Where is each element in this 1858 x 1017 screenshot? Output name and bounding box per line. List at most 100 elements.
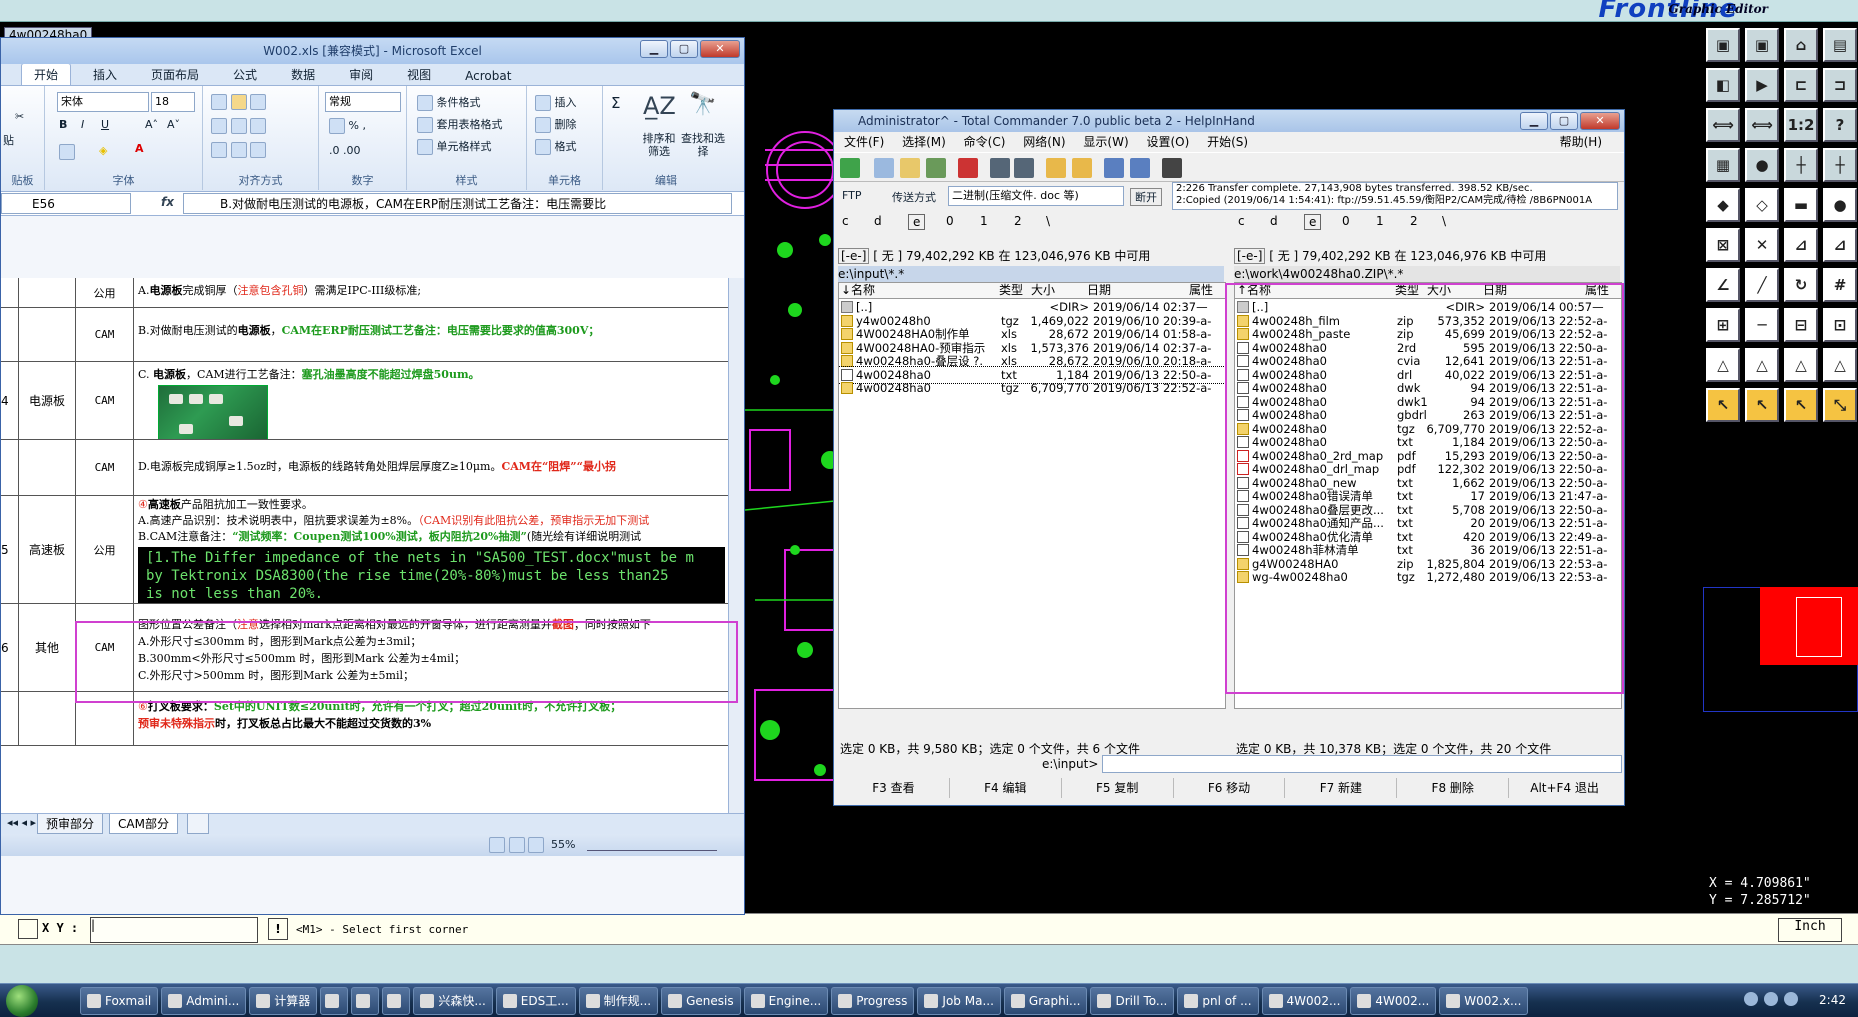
col-name[interactable]: ↓名称 xyxy=(841,283,875,298)
right-drive-select[interactable]: [-e-] xyxy=(1234,248,1266,264)
genesis-tool-button[interactable]: ⟺ xyxy=(1745,108,1779,142)
genesis-tool-button[interactable]: ─ xyxy=(1745,308,1779,342)
taskbar-item[interactable]: 计算器 xyxy=(249,986,318,1015)
drive-e[interactable]: e xyxy=(1304,214,1322,230)
full-view-icon[interactable] xyxy=(900,158,920,178)
genesis-tool-button[interactable]: ▣ xyxy=(1745,28,1779,62)
worksheet-grid[interactable]: 公用 A.电源板完成铜厚（注意包含孔铜）需满足IPC-III级标准; CAM B… xyxy=(1,278,729,813)
tab-ribbon[interactable]: Acrobat xyxy=(453,67,523,85)
exit-button[interactable]: Alt+F4 退出 xyxy=(1509,778,1620,798)
f4-edit-button[interactable]: F4 编辑 xyxy=(950,778,1062,798)
indent-icon[interactable] xyxy=(211,142,266,158)
left-drive-select[interactable]: [-e-] xyxy=(838,248,870,264)
fx-icon[interactable]: fx xyxy=(161,195,174,209)
right-path[interactable]: e:\work\4w00248ha0.ZIP\*.* xyxy=(1234,266,1620,282)
genesis-tool-button[interactable]: ⤡ xyxy=(1823,388,1857,422)
name-box[interactable]: E56 xyxy=(1,193,131,214)
tab-ribbon[interactable]: 页面布局 xyxy=(139,64,211,85)
align-top-icon[interactable] xyxy=(211,94,266,110)
pack-icon[interactable] xyxy=(1046,158,1066,178)
taskbar-item[interactable]: 制作规... xyxy=(578,986,659,1015)
genesis-tool-button[interactable]: ⊡ xyxy=(1823,308,1857,342)
drive-e[interactable]: e xyxy=(908,214,926,230)
network-icon[interactable] xyxy=(1744,992,1758,1006)
tc-maximize-button[interactable]: ▢ xyxy=(1550,112,1578,130)
tc-minimize-button[interactable]: ▁ xyxy=(1520,112,1548,130)
taskbar-item[interactable] xyxy=(382,986,411,1015)
cell-content[interactable]: ④高速板产品阻抗加工一致性要求。 A.高速产品识别：技术说明表中，阻抗要求误差为… xyxy=(134,496,729,603)
grid-icon[interactable] xyxy=(18,919,38,939)
zoom-slider[interactable] xyxy=(587,837,717,851)
taskbar-item[interactable]: Drill To... xyxy=(1090,986,1175,1015)
genesis-tool-button[interactable]: ┼ xyxy=(1823,148,1857,182)
brief-view-icon[interactable] xyxy=(874,158,894,178)
xy-input[interactable]: | xyxy=(90,917,258,943)
taskbar-item[interactable]: 兴森快... xyxy=(413,986,493,1015)
cell-owner[interactable]: CAM xyxy=(76,308,134,361)
italic-button[interactable]: I xyxy=(81,118,84,131)
cell-style-button[interactable]: 单元格样式 xyxy=(417,138,492,155)
underline-button[interactable]: U xyxy=(101,118,109,131)
genesis-tool-button[interactable]: ✕ xyxy=(1745,228,1779,262)
genesis-tool-button[interactable]: ⊠ xyxy=(1706,228,1740,262)
zoom-level[interactable]: 55% xyxy=(551,838,575,851)
cell-owner[interactable]: 公用 xyxy=(76,496,134,603)
taskbar-item[interactable]: Job Ma... xyxy=(917,986,1001,1015)
genesis-tool-button[interactable]: △ xyxy=(1745,348,1779,382)
genesis-tool-button[interactable]: ▣ xyxy=(1706,28,1740,62)
disconnect-button[interactable]: 断开 xyxy=(1130,188,1162,206)
taskbar-item[interactable]: pnl of ... xyxy=(1177,986,1259,1015)
taskbar-item[interactable]: Graphi... xyxy=(1003,986,1088,1015)
drive-0[interactable]: 0 xyxy=(946,214,954,228)
tab-ribbon[interactable]: 开始 xyxy=(21,63,72,85)
tab-ribbon[interactable]: 视图 xyxy=(395,64,443,85)
sort-filter-button[interactable]: 排序和筛选 xyxy=(639,132,679,158)
drive-d[interactable]: d xyxy=(1270,214,1278,228)
genesis-tool-button[interactable]: ┼ xyxy=(1784,148,1818,182)
drive-1[interactable]: 1 xyxy=(1376,214,1384,228)
delete-button[interactable]: 删除 xyxy=(535,116,577,133)
genesis-tool-button[interactable]: ⊐ xyxy=(1823,68,1857,102)
ftp-new-icon[interactable] xyxy=(1130,158,1150,178)
cell-owner[interactable]: 公用 xyxy=(76,278,134,307)
genesis-tool-button[interactable]: ? xyxy=(1823,108,1857,142)
drive-2[interactable]: 2 xyxy=(1410,214,1418,228)
genesis-tool-button[interactable]: ⊞ xyxy=(1706,308,1740,342)
back-icon[interactable] xyxy=(990,158,1010,178)
sheet-tab-cam[interactable]: CAM部分 xyxy=(109,814,178,834)
f3-view-button[interactable]: F3 查看 xyxy=(838,778,950,798)
vertical-scrollbar[interactable] xyxy=(728,278,744,813)
menu-view[interactable]: 显示(W) xyxy=(1083,135,1128,149)
cell-content[interactable]: B.对做耐电压测试的电源板，CAM在ERP耐压测试工艺备注：电压需要比要求的值高… xyxy=(134,308,729,361)
genesis-tool-button[interactable]: ▶ xyxy=(1745,68,1779,102)
transfer-mode-select[interactable]: 二进制(压缩文件. doc 等) xyxy=(948,186,1124,206)
bold-button[interactable]: B xyxy=(59,118,67,131)
taskbar-item[interactable] xyxy=(320,986,349,1015)
category-cell[interactable]: 电源板 xyxy=(19,362,76,439)
format-button[interactable]: 格式 xyxy=(535,138,577,155)
forward-icon[interactable] xyxy=(1014,158,1034,178)
f6-move-button[interactable]: F6 移动 xyxy=(1174,778,1286,798)
genesis-tool-button[interactable]: ╱ xyxy=(1745,268,1779,302)
drive-0[interactable]: 0 xyxy=(1342,214,1350,228)
genesis-tool-button[interactable]: ▤ xyxy=(1823,28,1857,62)
genesis-tool-button[interactable]: ↻ xyxy=(1784,268,1818,302)
drive-1[interactable]: 1 xyxy=(980,214,988,228)
tab-ribbon[interactable]: 数据 xyxy=(279,64,327,85)
cell-content[interactable]: A.电源板完成铜厚（注意包含孔铜）需满足IPC-III级标准; xyxy=(134,278,729,307)
left-path[interactable]: e:\input\*.* xyxy=(838,266,1224,282)
category-cell[interactable]: 高速板 xyxy=(19,496,76,603)
thumbnail-icon[interactable] xyxy=(926,158,946,178)
table-format-button[interactable]: 套用表格格式 xyxy=(417,116,503,133)
genesis-tool-button[interactable]: △ xyxy=(1823,348,1857,382)
f7-new-button[interactable]: F7 新建 xyxy=(1285,778,1398,798)
taskbar-item[interactable]: Progress xyxy=(831,986,915,1015)
help-icon[interactable] xyxy=(1784,992,1798,1006)
genesis-tool-button[interactable]: ◆ xyxy=(1706,188,1740,222)
tc-close-button[interactable]: ✕ xyxy=(1580,112,1620,130)
menu-network[interactable]: 网络(N) xyxy=(1023,135,1065,149)
view-mode-icons[interactable] xyxy=(489,837,544,853)
ftp-connect-icon[interactable] xyxy=(1104,158,1124,178)
genesis-tool-button[interactable]: ⟺ xyxy=(1706,108,1740,142)
cell-content[interactable]: D.电源板完成铜厚≥1.5oz时，电源板的线路转角处阻焊层厚度Z≥10μm。CA… xyxy=(134,440,729,495)
